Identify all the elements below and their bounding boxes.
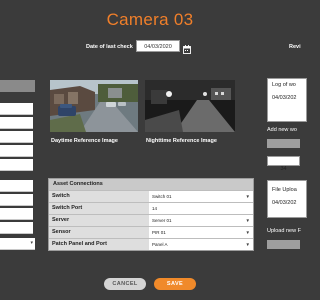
switch-port-input[interactable]: 14 — [149, 203, 253, 214]
daytime-image-caption: Daytime Reference Image — [51, 138, 118, 144]
switch-label: Switch — [49, 191, 149, 202]
review-label: Revi — [289, 44, 301, 50]
calendar-icon[interactable] — [183, 41, 191, 54]
chevron-down-icon: ▼ — [245, 242, 250, 247]
left-panel-field[interactable] — [0, 208, 33, 220]
table-row: Switch Switch 01 ▼ — [49, 190, 253, 202]
left-panel-field[interactable] — [0, 222, 33, 234]
chevron-down-icon: ▼ — [245, 218, 250, 223]
date-of-last-check-label: Date of last check — [86, 44, 133, 50]
server-select[interactable]: Server 01 ▼ — [149, 215, 253, 226]
switch-select[interactable]: Switch 01 ▼ — [149, 191, 253, 202]
server-label: Server — [49, 215, 149, 226]
daytime-reference-image[interactable] — [50, 80, 138, 132]
left-panel-dropdown[interactable]: ▾ — [0, 238, 35, 250]
log-of-work-title: Log of wo — [272, 82, 296, 88]
asset-connections-title: Asset Connections — [49, 179, 253, 190]
cancel-button[interactable]: CANCEL — [104, 278, 146, 290]
switch-select-value: Switch 01 — [152, 194, 172, 199]
sensor-label: Sensor — [49, 227, 149, 238]
table-row: Sensor PIR 01 ▼ — [49, 226, 253, 238]
work-count-value: 34 — [280, 166, 287, 172]
asset-connections-table: Asset Connections Switch Switch 01 ▼ Swi… — [48, 178, 254, 251]
chevron-down-icon: ▾ — [30, 240, 33, 246]
patch-panel-label: Patch Panel and Port — [49, 239, 149, 250]
chevron-down-icon: ▼ — [245, 230, 250, 235]
add-new-work-label: Add new wo — [267, 127, 297, 133]
left-panel-field[interactable] — [0, 159, 33, 171]
table-row: Server Server 01 ▼ — [49, 214, 253, 226]
left-panel-header — [0, 80, 35, 92]
log-entry-date: 04/03/202 — [272, 95, 297, 101]
nighttime-image-caption: Nighttime Reference Image — [146, 138, 217, 144]
page-title: Camera 03 — [106, 10, 194, 29]
file-upload-title: File Uploa — [272, 187, 297, 193]
date-of-last-check-input[interactable]: 04/03/2020 — [136, 40, 180, 52]
log-of-work-box[interactable]: Log of wo 04/03/202 — [267, 78, 307, 122]
server-select-value: Server 01 — [152, 218, 172, 223]
patch-panel-select[interactable]: Panel A ▼ — [149, 239, 253, 250]
file-upload-box[interactable]: File Uploa 04/03/202 — [267, 180, 307, 218]
work-count-field[interactable]: 34 — [267, 156, 300, 172]
patch-panel-select-value: Panel A — [152, 242, 168, 247]
chevron-down-icon: ▼ — [245, 194, 250, 199]
upload-new-file-field[interactable] — [267, 240, 300, 249]
sensor-select-value: PIR 01 — [152, 230, 166, 235]
left-panel-field[interactable] — [0, 180, 33, 192]
upload-new-file-label: Upload new F — [267, 228, 301, 234]
nighttime-reference-image[interactable] — [145, 80, 235, 132]
file-upload-date: 04/03/202 — [272, 200, 297, 206]
table-row: Switch Port 14 — [49, 202, 253, 214]
save-button[interactable]: SAVE — [154, 278, 196, 290]
sensor-select[interactable]: PIR 01 ▼ — [149, 227, 253, 238]
left-panel-field[interactable] — [0, 194, 33, 206]
left-panel-field[interactable] — [0, 145, 33, 157]
left-panel-field[interactable] — [0, 117, 33, 129]
switch-port-value: 14 — [152, 206, 158, 211]
add-new-work-field[interactable] — [267, 139, 300, 148]
table-row: Patch Panel and Port Panel A ▼ — [49, 238, 253, 250]
left-panel-field[interactable] — [0, 103, 33, 115]
switch-port-label: Switch Port — [49, 203, 149, 214]
left-panel-field[interactable] — [0, 131, 33, 143]
